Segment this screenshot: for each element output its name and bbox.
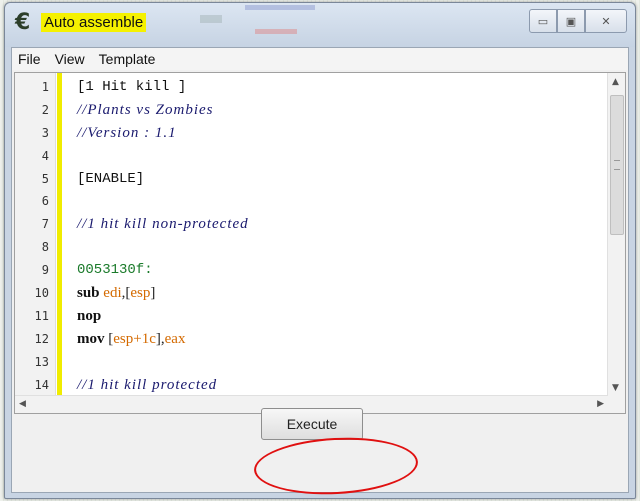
line-number: 14 — [34, 377, 49, 392]
code-text: [ENABLE] — [77, 170, 145, 187]
line-number: 4 — [41, 148, 49, 163]
scroll-down-arrow-icon[interactable]: ▼ — [612, 383, 619, 393]
menu-file[interactable]: File — [12, 48, 49, 70]
line-number: 3 — [41, 125, 49, 140]
line-number: 7 — [41, 217, 49, 232]
scroll-left-arrow-icon[interactable]: ◀ — [19, 399, 26, 409]
menu-bar: File View Template — [12, 48, 628, 70]
operand-token: + — [133, 330, 142, 347]
close-button[interactable]: ✕ — [585, 9, 627, 33]
code-text: //Version : 1.1 — [77, 124, 177, 141]
line-number: 1 — [41, 80, 49, 94]
operand-token: esp — [130, 285, 151, 302]
background-window-blur — [200, 15, 222, 23]
window-controls: ▭ ▣ ✕ — [529, 9, 627, 33]
operand-token: esp — [113, 330, 134, 347]
execute-button[interactable]: Execute — [261, 408, 363, 440]
window-title: Auto assemble — [41, 13, 147, 32]
code-text: [1 Hit kill ] — [77, 79, 187, 95]
scrollbar-corner — [608, 396, 625, 413]
code-text: nop — [77, 307, 102, 324]
script-editor[interactable]: 1 [1 Hit kill ] 2 //Plants vs Zombies 3 //Ver… — [14, 72, 626, 414]
vertical-scroll-thumb[interactable] — [610, 95, 624, 235]
code-text: //Plants vs Zombies — [77, 101, 214, 118]
vertical-scrollbar[interactable]: ▲ ▼ — [607, 73, 625, 396]
background-window-blur — [255, 29, 297, 34]
code-text: //1 hit kill non-protected — [77, 216, 249, 233]
operand-token: eax — [164, 330, 186, 347]
operand-token: edi — [103, 285, 122, 302]
grip-icon — [614, 160, 620, 170]
line-number: 6 — [41, 194, 49, 209]
line-number: 11 — [34, 308, 49, 323]
operand-token: ] — [150, 285, 156, 302]
auto-assemble-window: € Auto assemble ▭ ▣ ✕ File View Template… — [4, 2, 636, 499]
line-number: 9 — [41, 263, 49, 278]
maximize-button[interactable]: ▣ — [557, 9, 585, 33]
code-text: mov [esp+1c],eax — [77, 330, 186, 347]
menu-view[interactable]: View — [49, 48, 93, 70]
operand-token: 1c — [141, 330, 156, 347]
line-number: 10 — [34, 286, 49, 301]
scroll-up-arrow-icon[interactable]: ▲ — [612, 77, 619, 87]
minimize-button[interactable]: ▭ — [529, 9, 557, 33]
line-number: 13 — [34, 354, 49, 369]
line-number: 2 — [41, 102, 49, 117]
line-number: 8 — [41, 240, 49, 255]
scroll-right-arrow-icon[interactable]: ▶ — [597, 399, 604, 409]
code-text: sub edi,[esp] — [77, 285, 156, 302]
line-number: 5 — [41, 171, 49, 186]
line-number: 12 — [34, 331, 49, 346]
modified-lines-bar — [57, 73, 62, 413]
code-text: //1 hit kill protected — [77, 376, 218, 393]
cheat-engine-icon: € — [15, 10, 31, 35]
menu-template[interactable]: Template — [93, 48, 164, 70]
code-text: 0053130f: — [77, 262, 153, 279]
background-window-blur — [245, 5, 315, 10]
title-bar[interactable]: € Auto assemble ▭ ▣ ✕ — [5, 3, 635, 47]
